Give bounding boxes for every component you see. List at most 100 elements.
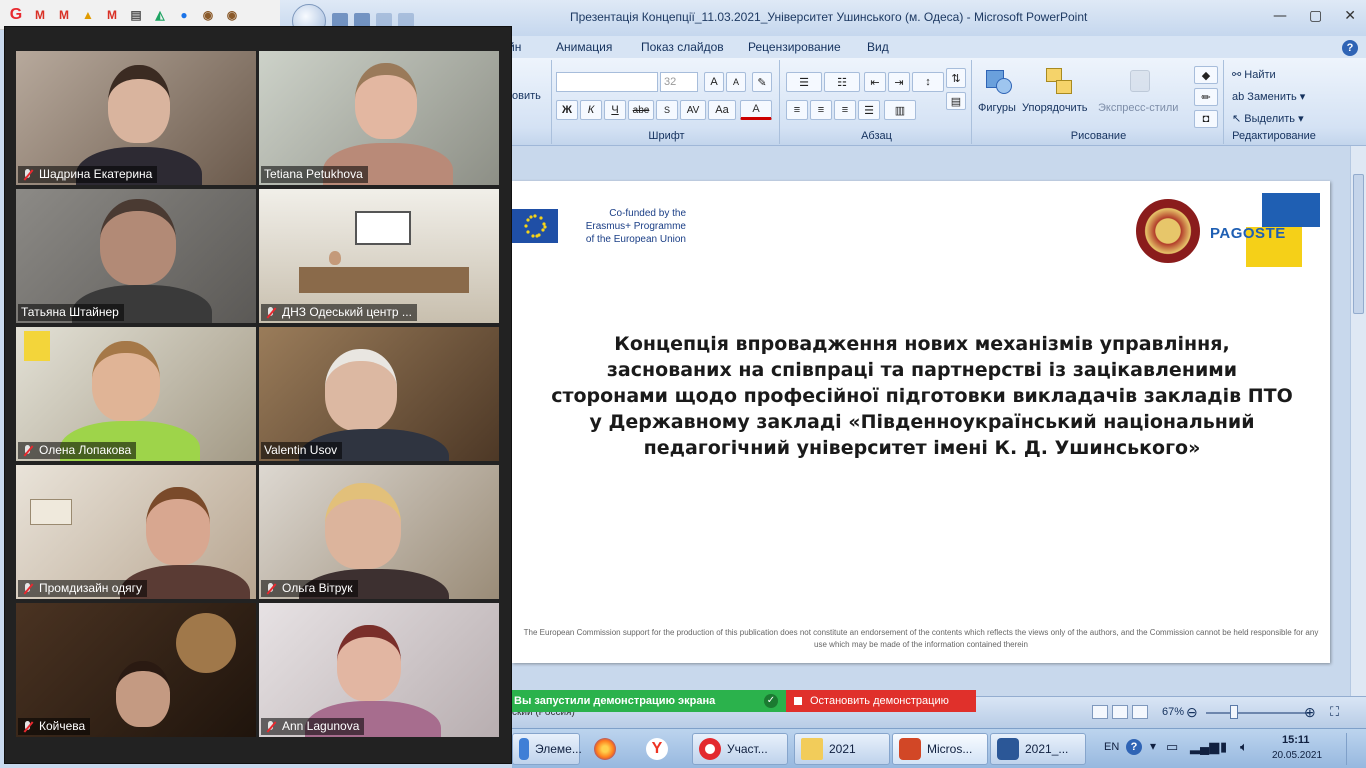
slide-canvas[interactable]: Co-funded by the Erasmus+ Programme of t… xyxy=(512,181,1330,663)
replace-button[interactable]: ab Заменить ▾ xyxy=(1232,90,1305,103)
zoom-in-icon[interactable]: ⊕ xyxy=(1304,704,1316,721)
normal-view-icon[interactable] xyxy=(1092,705,1108,719)
font-size-input[interactable]: 32 xyxy=(660,72,698,92)
account-icon[interactable]: ● xyxy=(174,5,194,25)
tab-slideshow[interactable]: Показ слайдов xyxy=(641,40,724,54)
numbering-icon[interactable]: ☷ xyxy=(824,72,860,92)
clock-time[interactable]: 15:11 xyxy=(1282,734,1310,746)
slide-sorter-icon[interactable] xyxy=(1112,705,1128,719)
network-icon[interactable]: ▂▄▆ xyxy=(1190,739,1219,755)
clock-date[interactable]: 20.05.2021 xyxy=(1272,750,1322,761)
decrease-indent-icon[interactable]: ⇤ xyxy=(864,72,886,92)
shapes-button[interactable]: Фигуры xyxy=(978,102,1016,114)
participant-tile[interactable]: Койчева xyxy=(16,603,256,737)
arrange-button[interactable]: Упорядочить xyxy=(1022,102,1087,114)
spacing-button[interactable]: AV xyxy=(680,100,706,120)
screen-share-notice: Вы запустили демонстрацию экрана ✓ xyxy=(512,690,786,712)
gmail-icon[interactable]: M xyxy=(30,5,50,25)
tray-arrow-icon[interactable]: ▾ xyxy=(1150,739,1156,753)
participant-tile[interactable]: Valentin Usov xyxy=(259,327,499,461)
underline-button[interactable]: Ч xyxy=(604,100,626,120)
change-case-button[interactable]: Аа xyxy=(708,100,736,120)
bold-button[interactable]: Ж xyxy=(556,100,578,120)
help-tray-icon[interactable]: ? xyxy=(1126,739,1142,755)
tab-view[interactable]: Вид xyxy=(867,40,889,54)
participant-tile[interactable]: Ann Lagunova xyxy=(259,603,499,737)
scrollbar-thumb[interactable] xyxy=(1353,174,1364,314)
participant-tile[interactable]: ДНЗ Одеський центр ... xyxy=(259,189,499,323)
help-icon[interactable]: ? xyxy=(1342,40,1358,56)
document-icon[interactable]: ▤ xyxy=(126,5,146,25)
quick-styles-button[interactable]: Экспресс-стили xyxy=(1098,102,1178,114)
arrange-icon[interactable] xyxy=(1044,66,1076,98)
participant-name: Ольга Вітрук xyxy=(282,581,353,595)
bullets-icon[interactable]: ☰ xyxy=(786,72,822,92)
font-name-input[interactable] xyxy=(556,72,658,92)
justify-icon[interactable]: ☰ xyxy=(858,100,880,120)
maximize-icon[interactable]: ▢ xyxy=(1309,8,1322,24)
shape-outline-icon[interactable]: ✏ xyxy=(1194,88,1218,106)
keyboard-language[interactable]: EN xyxy=(1104,741,1119,753)
gmail-icon[interactable]: M xyxy=(102,5,122,25)
opera-g-icon[interactable]: G xyxy=(6,5,26,25)
align-right-icon[interactable]: ≡ xyxy=(834,100,856,120)
shape-fill-icon[interactable]: ◆ xyxy=(1194,66,1218,84)
fit-slide-icon[interactable]: ⛶ xyxy=(1330,704,1339,720)
align-left-icon[interactable]: ≡ xyxy=(786,100,808,120)
participant-tile[interactable]: Промдизайн одягу xyxy=(16,465,256,599)
clear-format-icon[interactable]: ✎ xyxy=(752,72,772,92)
participant-tile[interactable]: Шадрина Екатерина xyxy=(16,51,256,185)
taskbar-item-folder[interactable]: 2021 xyxy=(794,733,890,765)
gmail-icon[interactable]: M xyxy=(54,5,74,25)
shadow-button[interactable]: S xyxy=(656,100,678,120)
battery-icon[interactable]: ▮ xyxy=(1220,739,1227,755)
participant-tile[interactable]: Татьяна Штайнер xyxy=(16,189,256,323)
columns-icon[interactable]: ▥ xyxy=(884,100,916,120)
taskbar-item-powerpoint[interactable]: Micros... xyxy=(892,733,988,765)
strikethrough-button[interactable]: abe xyxy=(628,100,654,120)
select-button[interactable]: ↖ Выделить ▾ xyxy=(1232,112,1304,125)
zoom-slider-track[interactable] xyxy=(1206,712,1310,714)
taskbar-item-elements[interactable]: Элеме... xyxy=(512,733,582,765)
text-direction-icon[interactable]: ⇅ xyxy=(946,68,966,88)
taskbar-item-participants[interactable]: Участ... xyxy=(692,733,788,765)
seal-bookmark-icon[interactable]: ◉ xyxy=(222,5,242,25)
grow-font-icon[interactable]: A xyxy=(704,72,724,92)
chat-icon[interactable]: ▭ xyxy=(1166,739,1178,755)
find-button[interactable]: ⚯ Найти xyxy=(1232,68,1276,81)
taskbar-yandex[interactable]: Y xyxy=(640,733,678,765)
align-center-icon[interactable]: ≡ xyxy=(810,100,832,120)
shapes-icon[interactable] xyxy=(984,66,1016,98)
align-text-icon[interactable]: ▤ xyxy=(946,92,966,110)
stop-sharing-button[interactable]: Остановить демонстрацию xyxy=(786,690,976,712)
zoom-slider-thumb[interactable] xyxy=(1230,705,1238,719)
zoom-level[interactable]: 67% xyxy=(1162,706,1184,718)
participant-tile[interactable]: Олена Лопакова xyxy=(16,327,256,461)
reset-button-partial[interactable]: овить xyxy=(512,90,541,102)
participant-tile[interactable]: Tetiana Petukhova xyxy=(259,51,499,185)
volume-icon[interactable]: 🔈︎ xyxy=(1240,739,1248,755)
italic-button[interactable]: К xyxy=(580,100,602,120)
participant-tile[interactable]: Ольга Вітрук xyxy=(259,465,499,599)
alert-icon[interactable]: ▲ xyxy=(78,5,98,25)
screen-share-notice-text: Вы запустили демонстрацию экрана xyxy=(514,695,716,707)
font-color-button[interactable]: А xyxy=(740,100,772,120)
taskbar-item-word[interactable]: 2021_... xyxy=(990,733,1086,765)
seal-bookmark-icon[interactable]: ◉ xyxy=(198,5,218,25)
increase-indent-icon[interactable]: ⇥ xyxy=(888,72,910,92)
quick-styles-icon[interactable] xyxy=(1124,66,1156,98)
minimize-icon[interactable]: — xyxy=(1273,8,1287,24)
window-title: Презентація Концепції_11.03.2021_Універс… xyxy=(570,10,1088,24)
shape-effects-icon[interactable]: ◘ xyxy=(1194,110,1218,128)
drive-icon[interactable]: ◭ xyxy=(150,5,170,25)
shrink-font-icon[interactable]: A xyxy=(726,72,746,92)
close-icon[interactable]: ✕ xyxy=(1344,8,1356,24)
slideshow-view-icon[interactable] xyxy=(1132,705,1148,719)
tab-animation[interactable]: Анимация xyxy=(556,40,612,54)
tab-review[interactable]: Рецензирование xyxy=(748,40,841,54)
vertical-scrollbar[interactable] xyxy=(1350,146,1366,696)
show-desktop-button[interactable] xyxy=(1346,733,1356,765)
taskbar-firefox[interactable] xyxy=(588,733,626,765)
line-spacing-icon[interactable]: ↕ xyxy=(912,72,944,92)
zoom-out-icon[interactable]: ⊖ xyxy=(1186,704,1198,721)
